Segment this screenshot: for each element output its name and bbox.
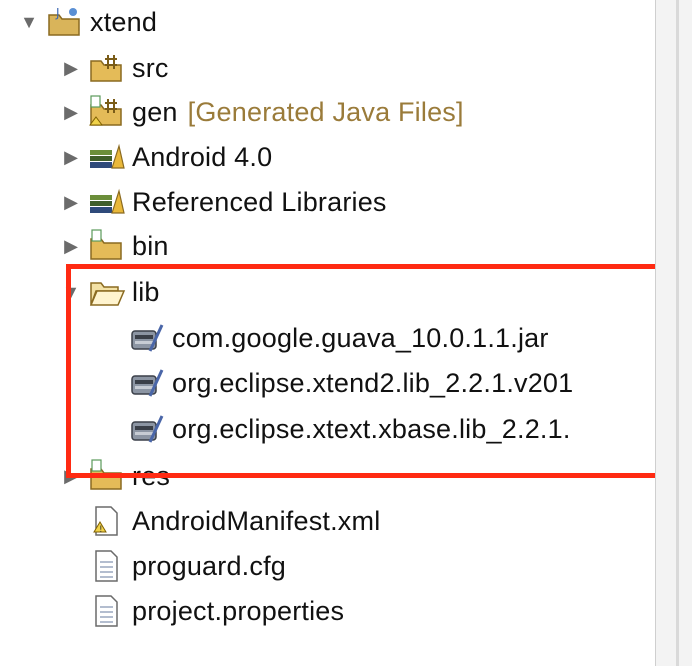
library-container-icon: [88, 185, 126, 219]
file-icon: [88, 549, 126, 583]
tree-item-android-manifest[interactable]: ! AndroidManifest.xml: [88, 499, 380, 543]
tree-item-label: Android 4.0: [132, 141, 273, 172]
tree-item-gen[interactable]: ▶ gen [Generated Java Files]: [60, 90, 464, 134]
tree-item-label: src: [132, 52, 169, 83]
tree-item-label: gen: [132, 96, 178, 127]
tree-item-bin[interactable]: ▶ bin: [60, 224, 169, 268]
tree-item-label: Referenced Libraries: [132, 186, 387, 217]
svg-text:!: !: [99, 525, 103, 535]
svg-text:J: J: [55, 6, 60, 20]
tree-item-src[interactable]: ▶ src: [60, 46, 169, 90]
collapsed-triangle-icon[interactable]: ▶: [60, 101, 82, 123]
tree-item-label: proguard.cfg: [132, 550, 286, 581]
collapsed-triangle-icon[interactable]: ▶: [60, 191, 82, 213]
tree-item-project-properties[interactable]: project.properties: [88, 589, 344, 633]
tree-item-android-4-0[interactable]: ▶ Android 4.0: [60, 135, 272, 179]
library-container-icon: [88, 140, 126, 174]
tree-item-label: AndroidManifest.xml: [132, 505, 381, 536]
collapsed-triangle-icon[interactable]: ▶: [60, 235, 82, 257]
generated-files-decoration: [Generated Java Files]: [187, 96, 464, 127]
expanded-triangle-icon[interactable]: ▼: [18, 11, 40, 33]
scrollbar-track[interactable]: [676, 0, 679, 666]
source-folder-icon: [88, 51, 126, 85]
collapsed-triangle-icon[interactable]: ▶: [60, 57, 82, 79]
xml-file-icon: !: [88, 504, 126, 538]
folder-icon: [88, 229, 126, 263]
vertical-scrollbar[interactable]: [655, 0, 692, 666]
tree-item-proguard[interactable]: proguard.cfg: [88, 544, 286, 588]
collapsed-triangle-icon[interactable]: ▶: [60, 146, 82, 168]
tree-item-label: bin: [132, 230, 169, 261]
tree-item-xtend[interactable]: ▼ J xtend: [18, 0, 157, 44]
highlight-box: [66, 264, 662, 478]
java-project-icon: J: [46, 5, 84, 39]
tree-item-label: project.properties: [132, 595, 345, 626]
file-icon: [88, 594, 126, 628]
tree-item-referenced-libraries[interactable]: ▶ Referenced Libraries: [60, 180, 387, 224]
generated-folder-icon: [88, 95, 126, 129]
tree-item-label: xtend: [90, 6, 158, 37]
